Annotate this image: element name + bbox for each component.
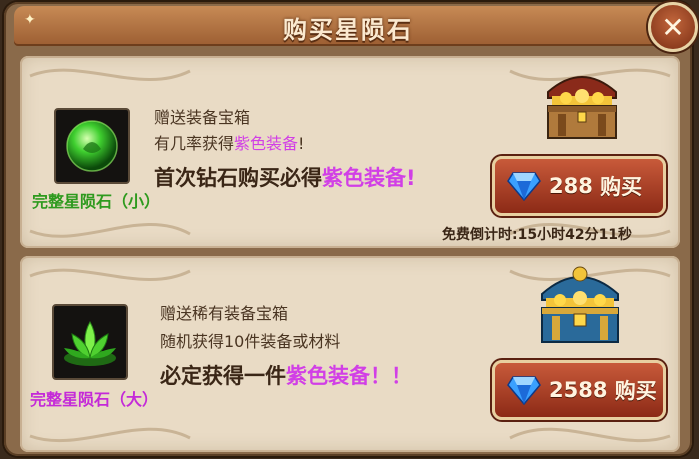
item-icon-frame[interactable]: [52, 304, 128, 380]
offer-panel-large: 完整星陨石（大） 赠送稀有装备宝箱 随机获得10件装备或材料 必定获得一件紫色装…: [20, 256, 680, 452]
promo-highlight: 紫色装备: [286, 364, 370, 388]
item-desc-2: 有几率获得紫色装备!: [154, 130, 304, 154]
item-desc-1: 赠送稀有装备宝箱: [160, 304, 289, 323]
desc-highlight: 紫色装备: [234, 134, 299, 153]
buy-button-2588[interactable]: 2588 购买: [492, 360, 666, 420]
item-name: 完整星陨石（小）: [32, 192, 161, 211]
purchase-dialog: ✦ 购买星陨石 完整星陨石（小） 赠送装备宝箱 有几率获得紫色装备! 首次钻石购…: [4, 2, 692, 456]
item-desc-1: 赠送装备宝箱: [154, 108, 251, 127]
close-button[interactable]: ✕: [648, 2, 698, 52]
green-orb-icon: [66, 120, 118, 172]
green-lotus-icon: [64, 320, 116, 366]
item-icon-frame[interactable]: [54, 108, 130, 184]
buy-label: 购买: [600, 175, 643, 199]
diamond-icon: [507, 376, 541, 405]
desc-text: 随机获得10件装备或材料: [160, 332, 341, 351]
title-bar: ✦ 购买星陨石: [14, 6, 682, 46]
dialog-title: 购买星陨石: [283, 16, 413, 44]
desc-suffix: !: [298, 134, 305, 153]
price-label: 288: [549, 174, 593, 198]
promo-suffix: !: [406, 166, 416, 190]
promo-highlight: 紫色装备: [322, 166, 406, 190]
rare-treasure-chest-icon: [541, 266, 619, 343]
promo-text: 必定获得一件紫色装备！！: [160, 360, 412, 390]
treasure-chest-icon: [547, 76, 617, 139]
price-label: 2588: [549, 378, 608, 402]
buy-button-288[interactable]: 288 购买: [492, 156, 666, 216]
promo-text: 首次钻石购买必得紫色装备!: [154, 162, 416, 192]
diamond-icon: [507, 172, 541, 201]
desc-text: 有几率获得: [154, 134, 235, 153]
item-name: 完整星陨石（大）: [30, 390, 159, 409]
promo-prefix: 首次钻石购买必得: [154, 166, 322, 190]
free-countdown: 免费倒计时:15小时42分11秒: [442, 227, 633, 243]
promo-prefix: 必定获得一件: [160, 364, 286, 388]
buy-label: 购买: [614, 379, 657, 403]
close-icon: ✕: [661, 10, 685, 44]
promo-suffix: ！！: [370, 364, 412, 388]
item-desc-2: 随机获得10件装备或材料: [160, 328, 340, 352]
offer-panel-small: 完整星陨石（小） 赠送装备宝箱 有几率获得紫色装备! 首次钻石购买必得紫色装备!…: [20, 56, 680, 248]
